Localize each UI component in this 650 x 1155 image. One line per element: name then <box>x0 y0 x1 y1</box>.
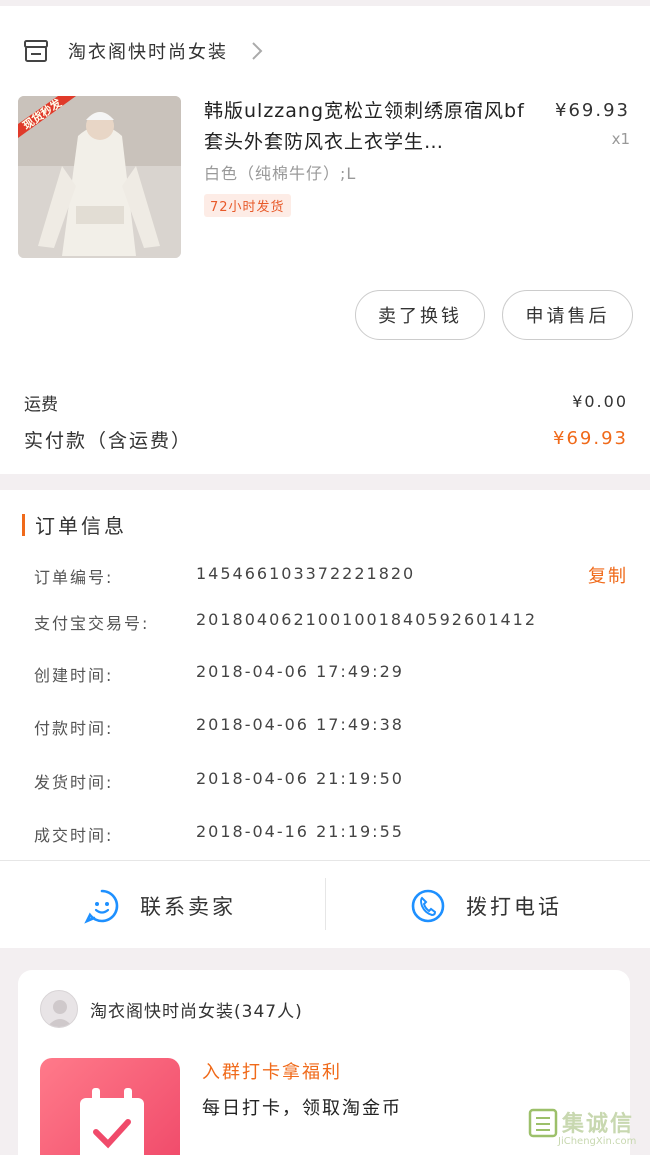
shipping-fee-value: ¥0.00 <box>572 392 628 411</box>
product-title[interactable]: 韩版ulzzang宽松立领刺绣原宿风bf套头外套防风衣上衣学生… <box>204 96 534 158</box>
phone-icon <box>411 889 445 923</box>
shipping-fee-label: 运费 <box>24 395 58 415</box>
avatar <box>40 990 78 1028</box>
product-thumbnail[interactable]: 现货秒发 <box>18 96 181 258</box>
after-sale-button[interactable]: 申请售后 <box>502 290 633 340</box>
watermark-text: 集诚信 <box>562 1112 635 1137</box>
info-row-created: 创建时间: 2018-04-06 17:49:29 <box>34 662 630 688</box>
info-row-order-number: 订单编号: 145466103372221820 <box>34 564 630 590</box>
order-info-title: 订单信息 <box>35 514 127 538</box>
info-value: 2018-04-16 21:19:55 <box>196 822 404 841</box>
group-name: 淘衣阁快时尚女装(347人) <box>90 1001 303 1022</box>
chat-icon <box>84 889 119 924</box>
info-value: 2018040621001001840592601412 <box>196 610 538 629</box>
divider <box>0 860 650 861</box>
store-icon <box>24 40 48 62</box>
info-row-shipped: 发货时间: 2018-04-06 21:19:50 <box>34 769 630 795</box>
info-label: 发货时间: <box>34 773 114 792</box>
info-row-completed: 成交时间: 2018-04-16 21:19:55 <box>34 822 630 848</box>
info-label: 支付宝交易号: <box>34 614 150 633</box>
promo-title: 入群打卡拿福利 <box>202 1062 342 1083</box>
info-value: 2018-04-06 21:19:50 <box>196 769 404 788</box>
accent-bar <box>22 513 25 536</box>
info-value: 145466103372221820 <box>196 564 416 583</box>
vertical-separator <box>325 878 326 930</box>
watermark-logo: 集诚信 JiChengXin.com <box>528 1104 644 1152</box>
shop-header[interactable]: 淘衣阁快时尚女装 <box>22 34 264 68</box>
total-paid-label: 实付款（含运费） <box>24 430 193 452</box>
info-label: 付款时间: <box>34 719 114 738</box>
product-quantity: x1 <box>611 130 630 148</box>
avatar-icon <box>47 1000 73 1027</box>
info-label: 成交时间: <box>34 826 114 845</box>
group-header: 淘衣阁快时尚女装(347人) <box>40 990 303 1028</box>
info-label: 订单编号: <box>34 568 114 587</box>
order-detail-page: 淘衣阁快时尚女装 现货秒发 韩版ulzzang宽松立领刺绣原宿风bf套头外套防风… <box>0 0 650 1155</box>
copy-button[interactable]: 复制 <box>588 562 628 588</box>
info-value: 2018-04-06 17:49:29 <box>196 662 404 681</box>
call-label: 拨打电话 <box>466 895 562 919</box>
contact-seller-button[interactable]: 联系卖家 <box>84 876 236 936</box>
promo-image <box>40 1058 180 1155</box>
shipping-badge: 72小时发货 <box>204 194 291 217</box>
order-item-card: 淘衣阁快时尚女装 现货秒发 韩版ulzzang宽松立领刺绣原宿风bf套头外套防风… <box>0 6 650 474</box>
chevron-right-icon <box>252 42 263 60</box>
watermark-icon <box>528 1108 558 1138</box>
info-row-alipay-number: 支付宝交易号: 2018040621001001840592601412 <box>34 610 630 636</box>
info-row-paid: 付款时间: 2018-04-06 17:49:38 <box>34 715 630 741</box>
shop-name: 淘衣阁快时尚女装 <box>68 42 228 63</box>
contact-seller-label: 联系卖家 <box>140 895 236 919</box>
calendar-check-icon <box>80 1088 144 1155</box>
total-paid-value: ¥69.93 <box>553 428 628 449</box>
sell-button[interactable]: 卖了换钱 <box>355 290 485 340</box>
info-value: 2018-04-06 17:49:38 <box>196 715 404 734</box>
order-info-card: 订单信息 订单编号: 145466103372221820 复制 支付宝交易号:… <box>0 490 650 948</box>
call-button[interactable]: 拨打电话 <box>410 876 562 936</box>
product-sku: 白色（纯棉牛仔）;L <box>204 164 357 183</box>
product-price: ¥69.93 <box>555 100 630 121</box>
watermark-subtext: JiChengXin.com <box>558 1136 637 1147</box>
info-label: 创建时间: <box>34 666 114 685</box>
promo-subtitle: 每日打卡，领取淘金币 <box>202 1098 402 1119</box>
order-info-header: 订单信息 <box>22 510 127 539</box>
